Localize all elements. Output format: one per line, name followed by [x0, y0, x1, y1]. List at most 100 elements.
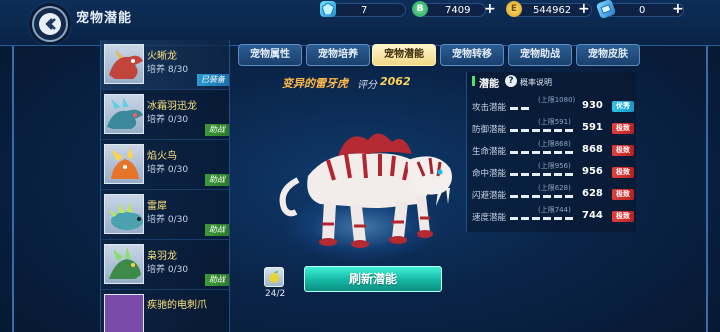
potential-cap: (上限1080) — [538, 96, 576, 104]
potential-row: 攻击潜能 (上限1080) 930 优秀 — [472, 96, 638, 116]
score-value: 2062 — [380, 75, 411, 88]
potential-bar-segment — [521, 129, 529, 132]
tab-pet-skin[interactable]: 宠物皮肤 — [576, 44, 640, 66]
pet-avatar — [104, 294, 144, 332]
potential-grade-badge: 极致 — [612, 211, 634, 222]
pet-train-progress: 培养 8/30 — [147, 65, 189, 75]
potential-bar-segment — [510, 129, 518, 132]
resource-crystal-value: 7 — [361, 5, 368, 16]
pet-list-item[interactable]: 火晰龙 培养 8/30 已装备 — [101, 40, 229, 90]
potential-grade-badge: 极致 — [612, 145, 634, 156]
pet-title: 变异的雷牙虎 — [282, 77, 348, 90]
tab-pet-potential[interactable]: 宠物潜能 — [372, 44, 436, 66]
add-e-coin-button[interactable]: + — [578, 2, 590, 16]
potential-bar — [510, 151, 582, 154]
add-b-coin-button[interactable]: + — [484, 2, 496, 16]
pet-name: 冰霜羽迅龙 — [147, 101, 197, 112]
potential-name: 攻击潜能 — [472, 103, 507, 113]
potential-cap: (上限868) — [538, 140, 571, 148]
potential-name: 速度潜能 — [472, 213, 507, 223]
potential-bar-segment — [565, 151, 573, 154]
pet-name: 火晰龙 — [147, 51, 177, 62]
potential-name: 命中潜能 — [472, 169, 507, 179]
add-ticket-button[interactable]: + — [672, 2, 684, 16]
back-button[interactable] — [32, 6, 68, 42]
potential-bar-segment — [565, 195, 573, 198]
potential-bar-segment — [510, 173, 518, 176]
green-fruit-item-icon[interactable] — [264, 267, 284, 287]
potential-bar-segment — [521, 217, 529, 220]
pet-status-badge: 已装备 — [197, 74, 229, 86]
pet-train-progress: 培养 0/30 — [147, 165, 189, 175]
potential-bar-segment — [532, 151, 540, 154]
pet-list-item[interactable]: 冰霜羽迅龙 培养 0/30 助战 — [101, 90, 229, 140]
pet-status-badge: 助战 — [205, 224, 229, 236]
pet-list-item[interactable]: 枭羽龙 培养 0/30 助战 — [101, 240, 229, 290]
pet-avatar — [104, 144, 144, 184]
potential-bar-segment — [532, 129, 540, 132]
resource-crystal: 7 — [326, 3, 406, 17]
potential-bar-segment — [521, 195, 529, 198]
potential-bar-segment — [554, 195, 562, 198]
potential-row: 防御潜能 (上限591) 591 极致 — [472, 118, 638, 138]
potential-bar-segment — [543, 217, 551, 220]
tab-pet-attributes[interactable]: 宠物属性 — [238, 44, 302, 66]
potential-bar-segment — [510, 107, 518, 110]
potential-row: 命中潜能 (上限956) 956 极致 — [472, 162, 638, 182]
potential-bar-segment — [554, 173, 562, 176]
pet-list-item[interactable]: 疾驰的电刺爪 — [101, 290, 229, 332]
potential-value: 591 — [582, 122, 603, 133]
potential-bar-segment — [565, 173, 573, 176]
blue-crystal-icon — [320, 1, 336, 17]
potential-bar-segment — [543, 195, 551, 198]
pet-list-item[interactable]: 焰火鸟 培养 0/30 助战 — [101, 140, 229, 190]
resource-e-coin-value: 544962 — [533, 5, 572, 16]
potential-bar-segment — [521, 107, 529, 110]
potential-row: 闪避潜能 (上限628) 628 极致 — [472, 184, 638, 204]
pet-list-item[interactable]: 雷犀 培养 0/30 助战 — [101, 190, 229, 240]
potential-bar-segment — [554, 217, 562, 220]
potential-bar — [510, 107, 582, 110]
potential-cap: (上限628) — [538, 184, 571, 192]
resource-b-coin-value: 7409 — [445, 5, 471, 16]
potential-value: 868 — [582, 144, 603, 155]
potential-bar — [510, 173, 582, 176]
score-label: 评分 — [357, 80, 377, 91]
pet-status-badge: 助战 — [205, 124, 229, 136]
potential-grade-badge: 优秀 — [612, 101, 634, 112]
pet-name: 疾驰的电刺爪 — [147, 300, 207, 311]
potential-value: 744 — [582, 210, 603, 221]
resource-ticket-value: 0 — [639, 5, 646, 16]
potential-row: 速度潜能 (上限744) 744 极致 — [472, 206, 638, 226]
potential-bar-segment — [521, 151, 529, 154]
potential-bar-segment — [532, 217, 540, 220]
potential-name: 闪避潜能 — [472, 191, 507, 201]
potential-bar — [510, 217, 582, 220]
potential-value: 628 — [582, 188, 603, 199]
tab-pet-assist[interactable]: 宠物助战 — [508, 44, 572, 66]
probability-info-link[interactable]: 概率说明 — [520, 77, 552, 88]
pet-model-tiger — [279, 133, 452, 248]
potential-grade-badge: 极致 — [612, 123, 634, 134]
potential-name: 防御潜能 — [472, 125, 507, 135]
potential-bar-segment — [554, 151, 562, 154]
potential-header: 潜能 — [479, 79, 499, 90]
tab-pet-training[interactable]: 宠物培养 — [306, 44, 370, 66]
potential-value: 930 — [582, 100, 603, 111]
pet-status-badge: 助战 — [205, 174, 229, 186]
potential-bar — [510, 195, 582, 198]
pet-train-progress: 培养 0/30 — [147, 215, 189, 225]
pet-avatar — [104, 244, 144, 284]
pet-list[interactable]: 火晰龙 培养 8/30 已装备 冰霜羽迅龙 培养 0/30 助战 焰火鸟 培养 … — [100, 40, 230, 332]
help-icon[interactable]: ? — [505, 75, 517, 87]
pet-status-badge: 助战 — [205, 274, 229, 286]
tab-pet-transfer[interactable]: 宠物转移 — [440, 44, 504, 66]
potential-bar — [510, 129, 582, 132]
potential-cap: (上限591) — [538, 118, 571, 126]
potential-value: 956 — [582, 166, 603, 177]
refresh-potential-button[interactable]: 刷新潜能 — [304, 266, 442, 292]
potential-bar-segment — [532, 195, 540, 198]
left-frame-line — [12, 46, 14, 332]
potential-bar-segment — [510, 195, 518, 198]
potential-cap: (上限744) — [538, 206, 571, 214]
